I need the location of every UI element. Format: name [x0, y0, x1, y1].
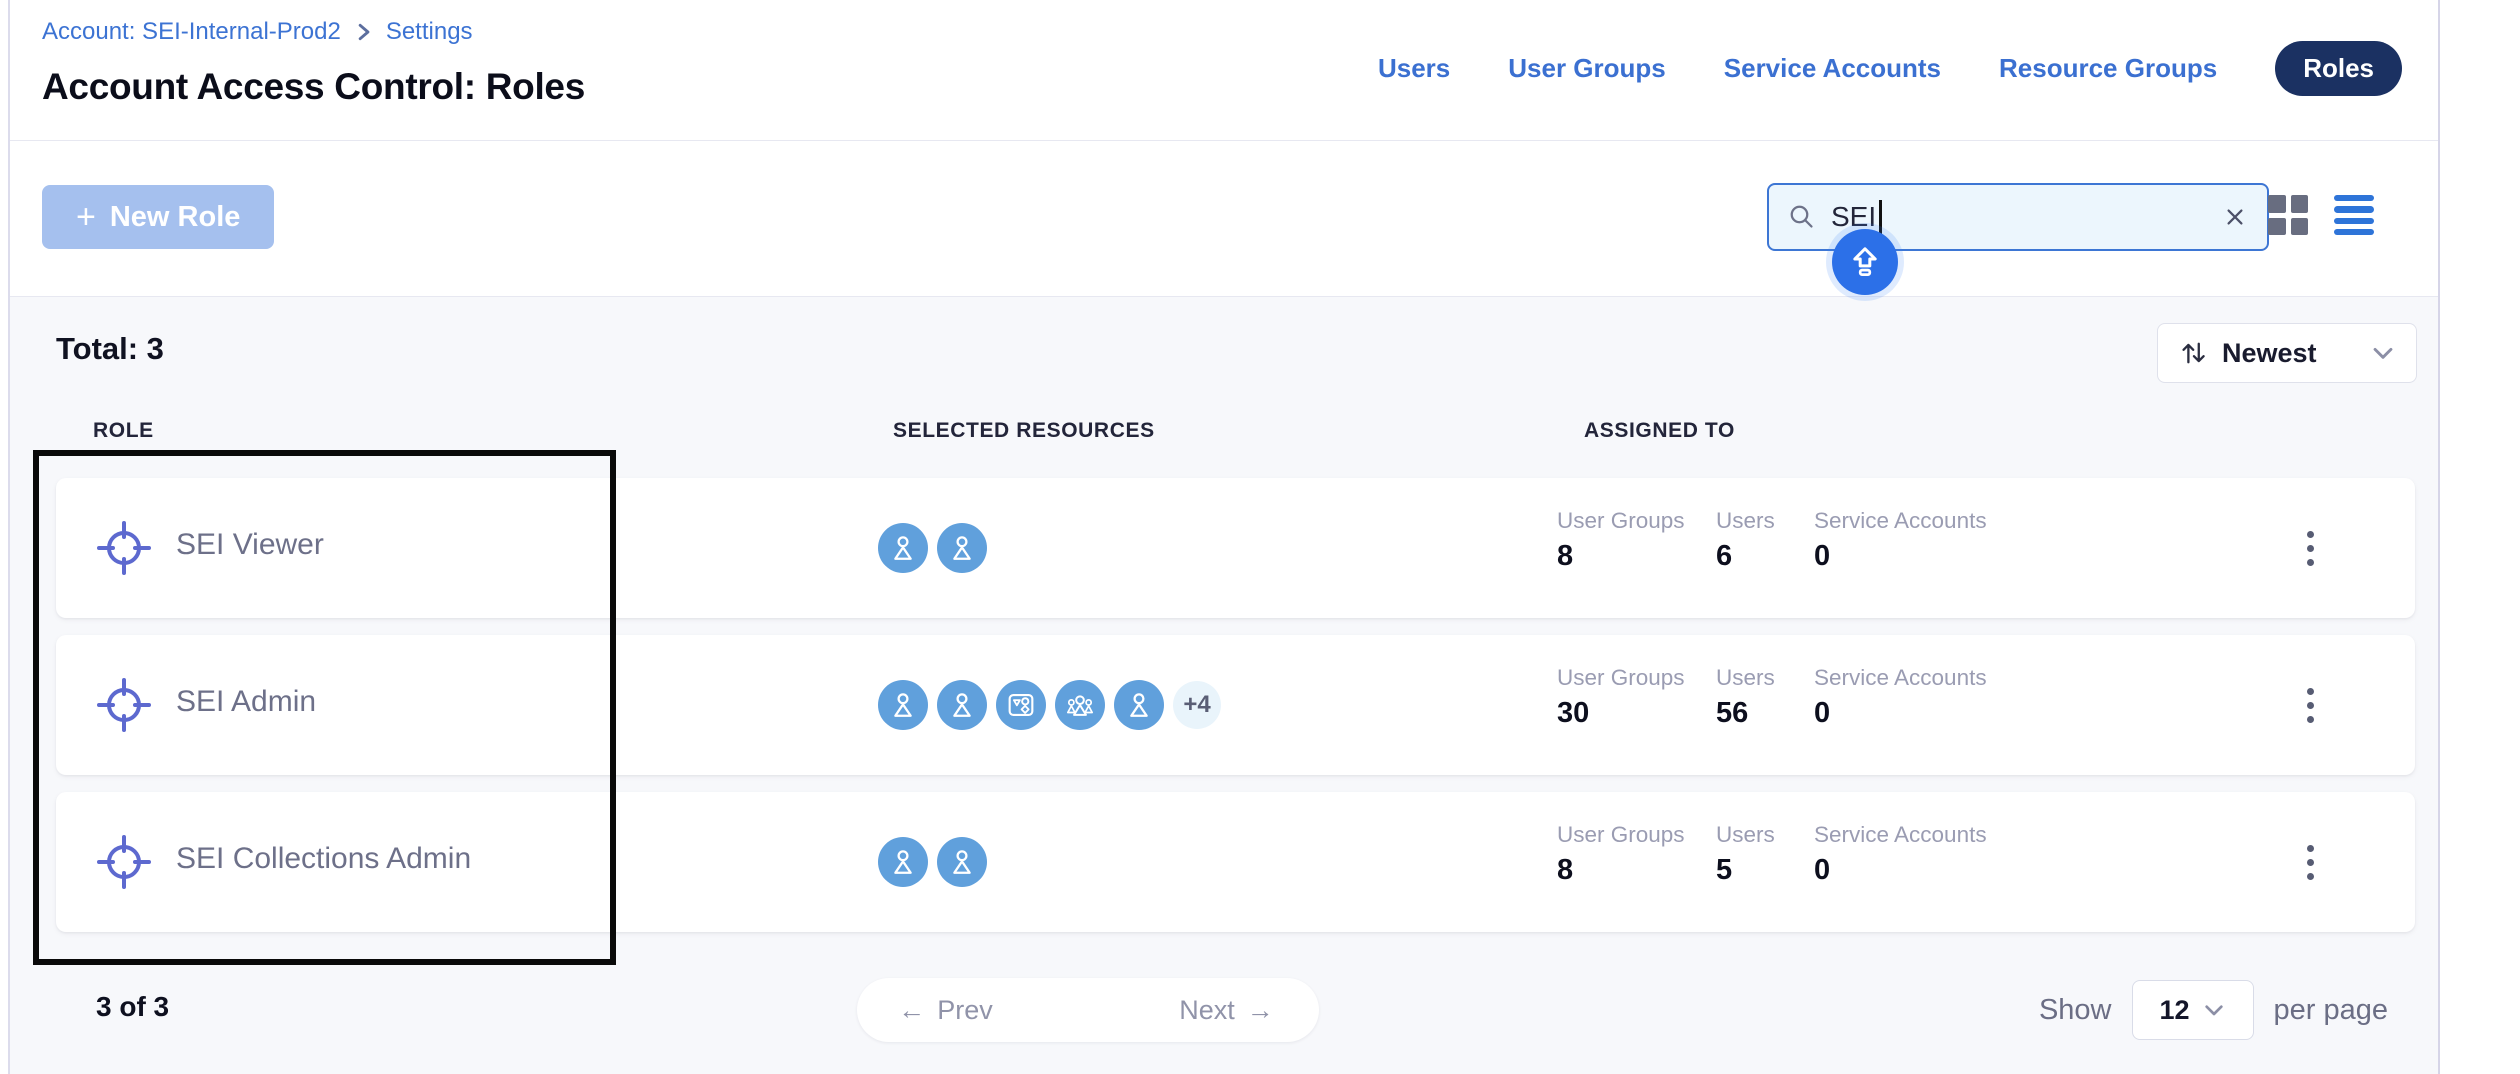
role-name: SEI Admin: [176, 685, 316, 719]
breadcrumb-settings-link[interactable]: Settings: [386, 18, 473, 46]
search-input[interactable]: SEI: [1831, 201, 1876, 233]
next-page-button[interactable]: Next →: [1134, 978, 1319, 1042]
assigned-user-groups: User Groups 8: [1557, 822, 1685, 887]
row-menu-button[interactable]: [2290, 677, 2330, 733]
assigned-user-groups: User Groups 8: [1557, 508, 1685, 573]
sort-arrows-icon: [2178, 338, 2208, 368]
assigned-users: Users 5: [1716, 822, 1775, 887]
plus-icon: +: [76, 200, 96, 234]
arrow-left-icon: ←: [898, 995, 925, 1026]
page-1-button[interactable]: 1: [1034, 978, 1134, 1042]
resource-user-icon: [937, 523, 987, 573]
roles-list: SEI Viewer User Groups 8 Users 6 Service…: [56, 478, 2415, 949]
column-header-assigned-to: ASSIGNED TO: [1584, 419, 1735, 443]
assigned-user-groups: User Groups 30: [1557, 665, 1685, 730]
app-frame: Account: SEI-Internal-Prod2 Settings Acc…: [8, 0, 2440, 1074]
chevron-down-icon: [2370, 340, 2396, 366]
role-crosshair-icon: [92, 516, 156, 580]
tab-user-groups[interactable]: User Groups: [1508, 53, 1666, 84]
selected-resources: [878, 837, 987, 887]
more-resources-badge[interactable]: +4: [1173, 681, 1221, 729]
assigned-users: Users 6: [1716, 508, 1775, 573]
assigned-service-accounts: Service Accounts 0: [1814, 665, 1987, 730]
page-title: Account Access Control: Roles: [42, 66, 585, 108]
toolbar: + New Role SEI: [10, 141, 2438, 297]
selected-resources: [878, 523, 987, 573]
resource-user-group-icon: [1055, 680, 1105, 730]
total-count: Total: 3: [56, 331, 164, 367]
role-row-sei-collections-admin[interactable]: SEI Collections Admin User Groups 8 User…: [56, 792, 2415, 932]
assigned-users: Users 56: [1716, 665, 1775, 730]
resource-user-icon: [878, 523, 928, 573]
chevron-down-icon: [2202, 998, 2226, 1022]
selected-resources: +4: [878, 680, 1221, 730]
resource-dashboard-icon: [996, 680, 1046, 730]
grid-view-icon[interactable]: [2266, 193, 2310, 237]
role-crosshair-icon: [92, 673, 156, 737]
tab-resource-groups[interactable]: Resource Groups: [1999, 53, 2217, 84]
page-header: Account: SEI-Internal-Prod2 Settings Acc…: [10, 0, 2438, 141]
role-row-sei-viewer[interactable]: SEI Viewer User Groups 8 Users 6 Service…: [56, 478, 2415, 618]
pagination: ← Prev 1 Next →: [857, 978, 1319, 1042]
upload-arrow-icon: [1847, 244, 1883, 280]
sort-value: Newest: [2222, 338, 2317, 369]
per-page-label: per page: [2274, 994, 2389, 1027]
search-icon: [1787, 202, 1817, 232]
tab-users[interactable]: Users: [1378, 53, 1450, 84]
list-view-icon[interactable]: [2332, 193, 2376, 237]
resource-user-icon: [937, 837, 987, 887]
text-caret: [1879, 200, 1882, 234]
tab-service-accounts[interactable]: Service Accounts: [1724, 53, 1941, 84]
resource-user-icon: [878, 680, 928, 730]
new-role-button[interactable]: + New Role: [42, 185, 274, 249]
row-menu-button[interactable]: [2290, 834, 2330, 890]
breadcrumb: Account: SEI-Internal-Prod2 Settings: [42, 18, 473, 46]
breadcrumb-chevron-icon: [355, 22, 372, 42]
role-crosshair-icon: [92, 830, 156, 894]
resource-user-icon: [937, 680, 987, 730]
resource-user-icon: [1114, 680, 1164, 730]
assigned-service-accounts: Service Accounts 0: [1814, 508, 1987, 573]
content-area: Total: 3 Newest ROLE SELECTED RESOURCES …: [10, 297, 2438, 1074]
column-header-role: ROLE: [93, 419, 154, 443]
role-name: SEI Collections Admin: [176, 842, 471, 876]
click-indicator-badge: [1832, 229, 1898, 295]
resource-user-icon: [878, 837, 928, 887]
arrow-right-icon: →: [1247, 995, 1274, 1026]
tab-roles[interactable]: Roles: [2275, 41, 2402, 96]
row-menu-button[interactable]: [2290, 520, 2330, 576]
clear-search-button[interactable]: [2221, 203, 2249, 231]
column-header-selected-resources: SELECTED RESOURCES: [893, 419, 1155, 443]
show-label: Show: [2039, 994, 2112, 1027]
role-row-sei-admin[interactable]: SEI Admin +4 User Groups 30 Users 56: [56, 635, 2415, 775]
breadcrumb-account-link[interactable]: Account: SEI-Internal-Prod2: [42, 18, 341, 46]
assigned-service-accounts: Service Accounts 0: [1814, 822, 1987, 887]
page-size-control: Show 12 per page: [2039, 978, 2388, 1042]
prev-page-button[interactable]: ← Prev: [857, 978, 1034, 1042]
sort-dropdown[interactable]: Newest: [2157, 323, 2417, 383]
role-name: SEI Viewer: [176, 528, 324, 562]
page-range: 3 of 3: [96, 991, 169, 1023]
top-nav: Users User Groups Service Accounts Resou…: [1378, 36, 2402, 100]
page-size-select[interactable]: 12: [2132, 980, 2254, 1040]
